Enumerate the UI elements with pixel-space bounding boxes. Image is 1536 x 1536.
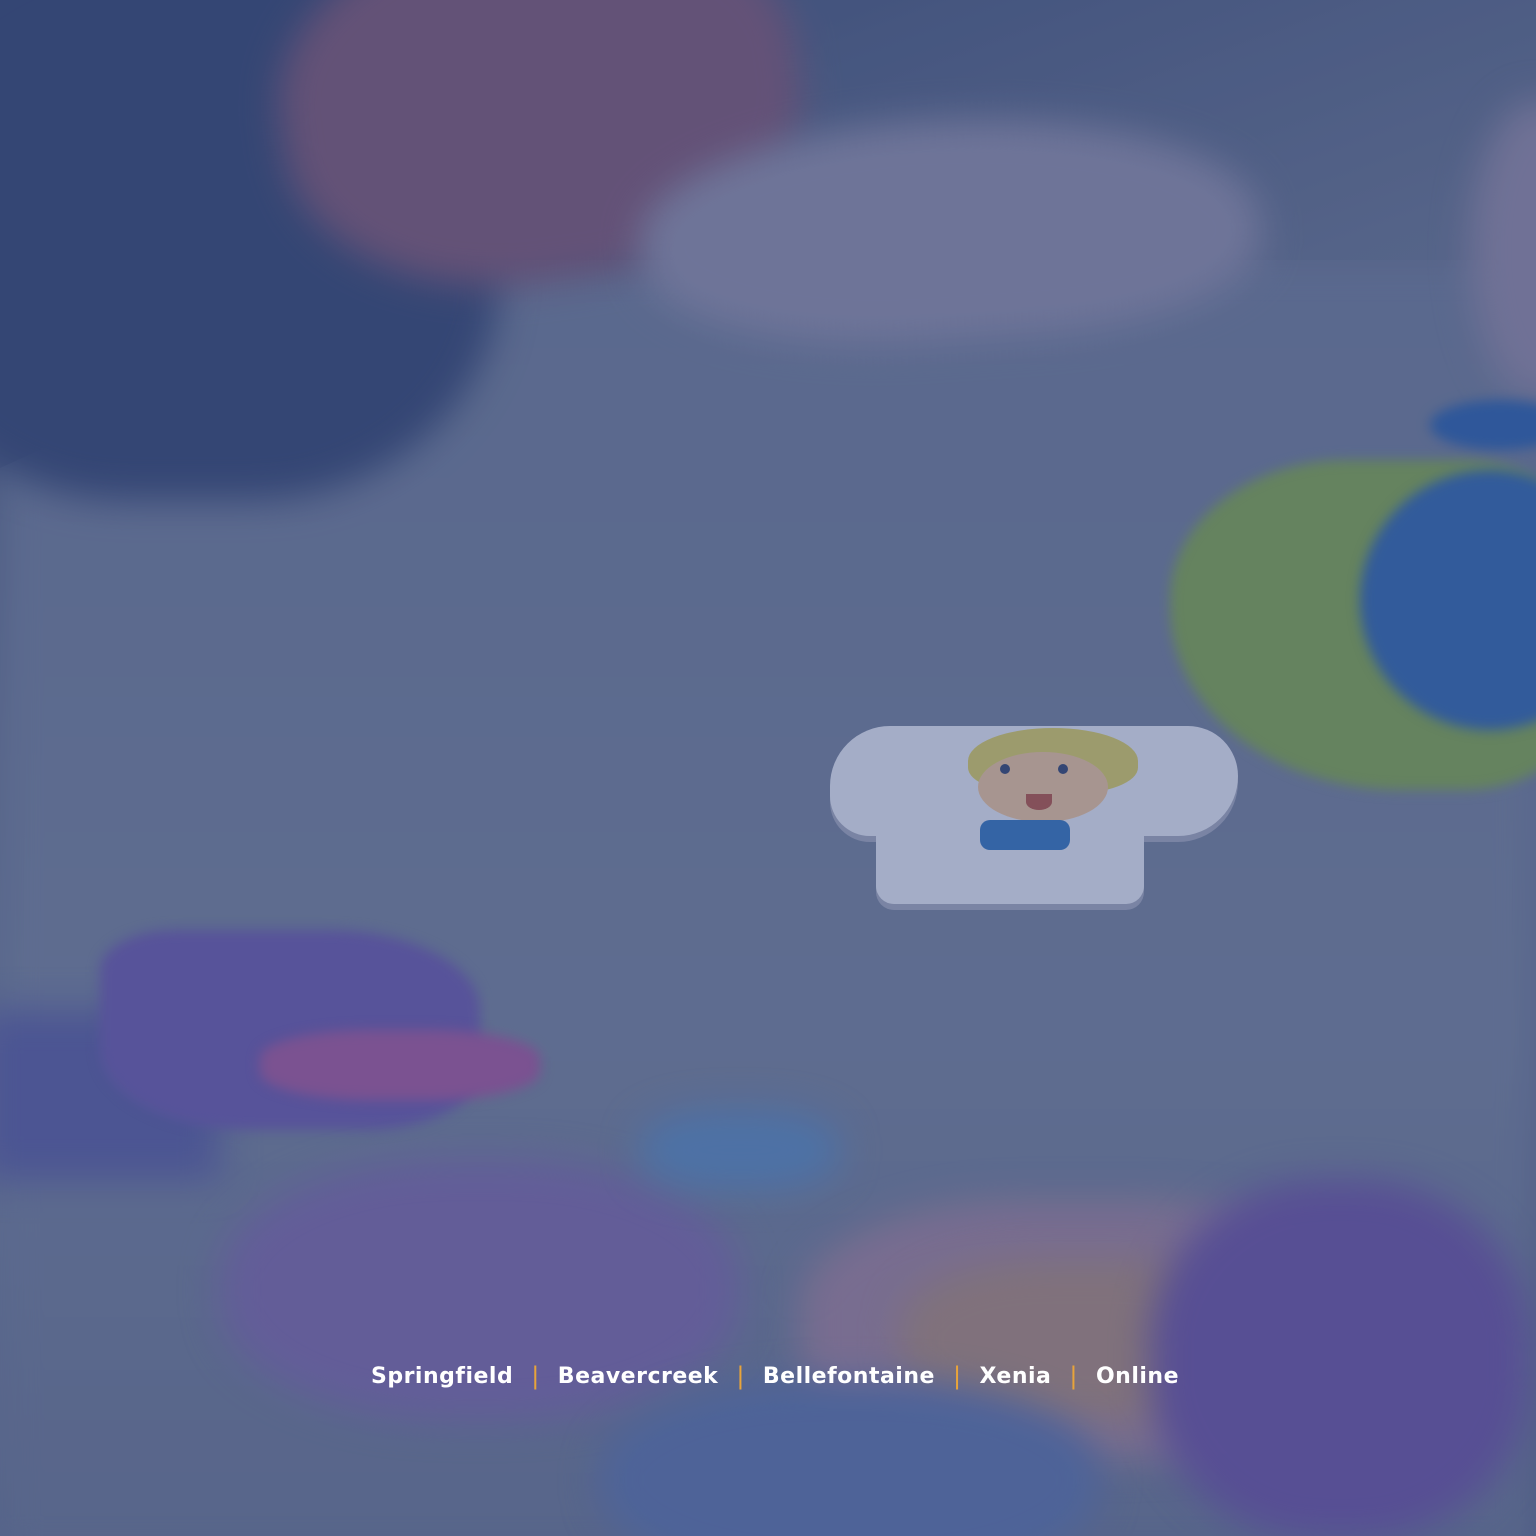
separator: | bbox=[952, 1362, 962, 1390]
location-springfield[interactable]: Springfield bbox=[371, 1364, 513, 1389]
separator: | bbox=[1069, 1362, 1078, 1390]
color-overlay bbox=[0, 0, 1536, 1536]
hero-background: Springfield | Beavercreek | Bellefontain… bbox=[0, 0, 1536, 1536]
location-beavercreek[interactable]: Beavercreek bbox=[558, 1364, 719, 1389]
separator: | bbox=[531, 1362, 540, 1390]
separator: | bbox=[736, 1362, 745, 1390]
locations-nav: Springfield | Beavercreek | Bellefontain… bbox=[0, 1356, 1536, 1396]
location-xenia[interactable]: Xenia bbox=[980, 1364, 1052, 1389]
location-bellefontaine[interactable]: Bellefontaine bbox=[763, 1364, 935, 1389]
location-online[interactable]: Online bbox=[1096, 1364, 1179, 1389]
